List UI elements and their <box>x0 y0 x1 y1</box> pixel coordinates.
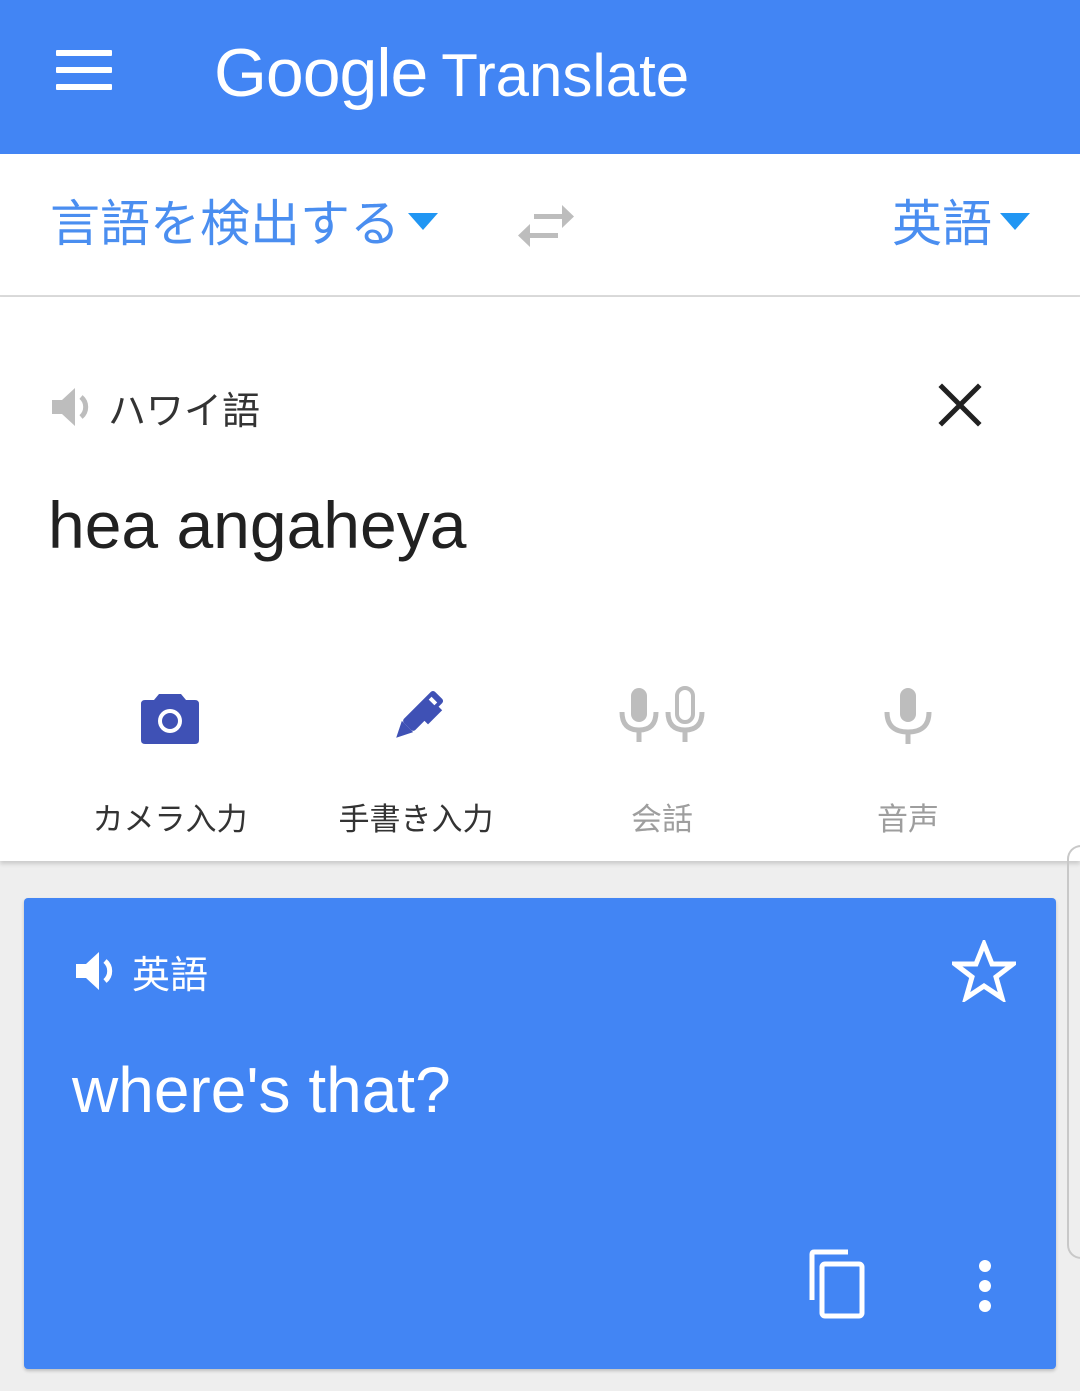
speaker-icon[interactable] <box>48 383 96 431</box>
conversation-button[interactable]: 会話 <box>539 682 785 842</box>
conversation-label: 会話 <box>631 802 693 838</box>
app-title-product: Translate <box>441 42 690 109</box>
camera-icon <box>141 694 199 744</box>
copy-icon[interactable] <box>806 1248 868 1320</box>
dropdown-caret-icon <box>408 213 438 230</box>
result-language-row: 英語 <box>72 946 209 997</box>
mic-icon <box>884 688 932 744</box>
source-input-text[interactable]: hea angaheya <box>48 487 466 563</box>
handwriting-input-button[interactable]: 手書き入力 <box>293 682 539 842</box>
handwriting-input-label: 手書き入力 <box>338 802 494 838</box>
target-language-label: 英語 <box>892 195 992 253</box>
detected-language-row: ハワイ語 <box>48 379 260 435</box>
star-outline-icon[interactable] <box>952 940 1016 1002</box>
speaker-icon[interactable] <box>72 947 120 995</box>
source-card: ハワイ語 hea angaheya カメラ入力 手書き入力 会話 音声 <box>0 297 1080 861</box>
result-language-label: 英語 <box>132 952 209 997</box>
source-language-label: 言語を検出する <box>50 195 400 253</box>
translated-text: where's that? <box>72 1054 451 1126</box>
swap-languages-icon[interactable] <box>516 202 576 252</box>
target-language-selector[interactable]: 英語 <box>892 194 1030 254</box>
detected-language-label: ハワイ語 <box>108 388 261 433</box>
dropdown-caret-icon <box>1000 213 1030 230</box>
voice-input-label: 音声 <box>877 802 939 838</box>
scroll-edge-indicator <box>1067 845 1080 1259</box>
camera-input-button[interactable]: カメラ入力 <box>47 682 293 842</box>
conversation-mic-icon <box>619 686 705 742</box>
hamburger-menu-icon[interactable] <box>56 50 112 90</box>
app-title-brand: Google <box>214 35 428 111</box>
language-bar: 言語を検出する 英語 <box>0 154 1080 297</box>
pen-icon <box>396 690 444 738</box>
more-vert-icon[interactable] <box>968 1258 1002 1318</box>
camera-input-label: カメラ入力 <box>92 802 248 838</box>
source-language-selector[interactable]: 言語を検出する <box>50 194 438 254</box>
translation-result-card[interactable]: 英語 where's that? <box>24 898 1056 1369</box>
voice-input-button[interactable]: 音声 <box>785 682 1031 842</box>
close-icon[interactable] <box>936 381 984 429</box>
app-bar: Google Translate <box>0 0 1080 154</box>
app-title: Google Translate <box>214 28 689 118</box>
